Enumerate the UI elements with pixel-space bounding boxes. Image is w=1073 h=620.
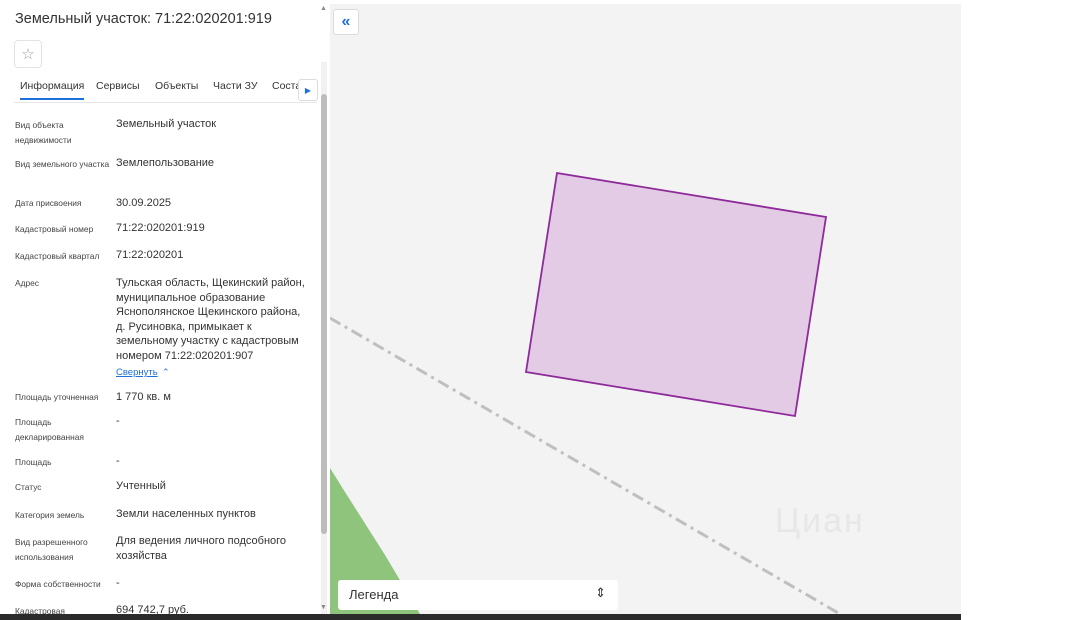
value-area-precise: 1 770 кв. м xyxy=(116,391,171,403)
value-assign-date: 30.09.2025 xyxy=(116,197,172,209)
tab-objects[interactable]: Объекты xyxy=(155,80,198,92)
map-watermark: Циан xyxy=(775,502,865,540)
label-cadastral-number: Кадастровый номер xyxy=(15,224,94,234)
favorite-button[interactable]: ☆ xyxy=(14,40,42,68)
scroll-down-icon[interactable]: ▼ xyxy=(320,604,327,611)
page-title: Земельный участок: 71:22:020201:919 xyxy=(15,11,272,27)
star-icon: ☆ xyxy=(21,46,35,63)
map-layer xyxy=(330,171,841,614)
label-ownership: Форма собственности xyxy=(15,579,101,589)
chevron-up-icon[interactable]: ⌃ xyxy=(162,367,170,378)
value-permitted-use: Для ведения личного подсобного хозяйства xyxy=(116,535,287,562)
label-area-declared: Площадь декларированная xyxy=(15,417,84,442)
up-down-chevron-icon: ⇕ xyxy=(595,585,606,600)
scroll-up-icon[interactable]: ▲ xyxy=(320,5,327,12)
label-address: Адрес xyxy=(15,278,39,288)
legend-dropdown[interactable]: Легенда ⇕ xyxy=(338,580,618,610)
value-object-type: Земельный участок xyxy=(116,118,217,130)
tab-parts[interactable]: Части ЗУ xyxy=(213,80,258,92)
value-land-category: Земли населенных пунктов xyxy=(116,508,256,520)
label-assign-date: Дата присвоения xyxy=(15,198,82,208)
tab-info[interactable]: Информация xyxy=(20,80,85,100)
collapse-link[interactable]: Свернуть xyxy=(116,367,158,378)
value-area-declared: - xyxy=(116,415,120,427)
scrollbar-thumb[interactable] xyxy=(321,94,327,534)
label-object-type: Вид объекта недвижимости xyxy=(15,120,72,145)
tabs-next-button[interactable]: ▶ xyxy=(298,79,318,101)
collapse-panel-button[interactable]: « xyxy=(333,9,359,35)
value-ownership: - xyxy=(116,577,120,589)
top-strip xyxy=(330,0,961,4)
label-land-category: Категория земель xyxy=(15,510,85,520)
label-parcel-type: Вид земельного участка xyxy=(15,159,110,169)
bottom-bar xyxy=(0,614,961,620)
tab-services[interactable]: Сервисы xyxy=(96,80,140,92)
value-status: Учтенный xyxy=(116,480,166,492)
label-cadastral-quarter: Кадастровый квартал xyxy=(15,251,100,261)
value-area: - xyxy=(116,455,120,467)
label-area: Площадь xyxy=(15,457,52,467)
land-parcel[interactable] xyxy=(524,171,828,418)
right-blank-area xyxy=(961,0,1073,620)
double-chevron-left-icon: « xyxy=(341,13,351,30)
info-panel: Земельный участок: 71:22:020201:919 ☆ Ин… xyxy=(0,0,330,620)
value-cadastral-number: 71:22:020201:919 xyxy=(116,222,205,234)
legend-label: Легенда xyxy=(349,587,399,602)
value-parcel-type: Землепользование xyxy=(116,157,215,169)
map-canvas[interactable]: Циан xyxy=(330,0,961,614)
tabs-bar: Информация Сервисы Объекты Части ЗУ Сост… xyxy=(14,74,317,103)
label-permitted-use: Вид разрешенного использования xyxy=(15,537,88,562)
value-cadastral-quarter: 71:22:020201 xyxy=(116,249,184,261)
label-area-precise: Площадь уточненная xyxy=(15,392,99,402)
arrow-right-icon: ▶ xyxy=(304,85,312,95)
value-address: Тульская область, Щекинский район, муниц… xyxy=(116,277,305,362)
tab-composition[interactable]: Соста xyxy=(272,80,301,92)
label-status: Статус xyxy=(15,482,42,492)
